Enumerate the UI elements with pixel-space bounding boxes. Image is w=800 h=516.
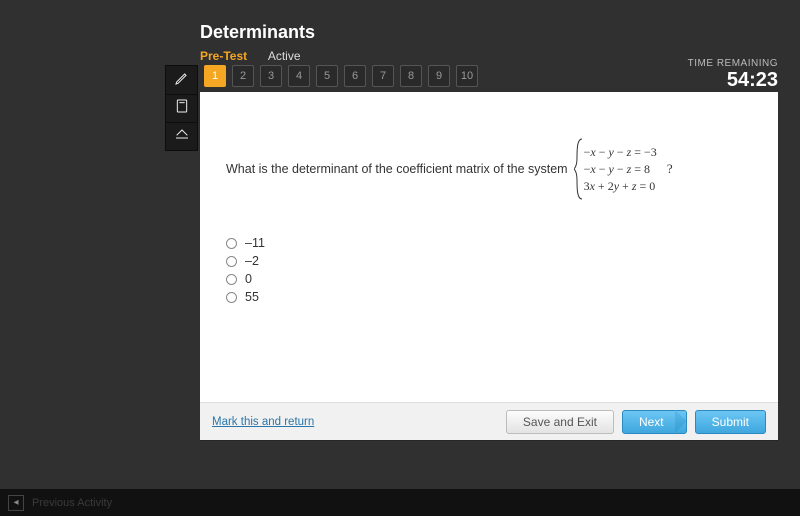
- pencil-icon: [174, 70, 190, 91]
- question-nav-2[interactable]: 2: [232, 65, 254, 87]
- tab-pretest[interactable]: Pre-Test: [200, 49, 247, 63]
- timer-value: 54:23: [688, 69, 778, 92]
- left-brace-icon: [574, 138, 584, 200]
- option-label: –11: [245, 236, 265, 250]
- question-panel: What is the determinant of the coefficie…: [200, 92, 778, 440]
- option-label: –2: [245, 254, 259, 268]
- previous-activity-label: Previous Activity: [32, 497, 112, 509]
- tab-active[interactable]: Active: [268, 49, 301, 63]
- question-nav-9[interactable]: 9: [428, 65, 450, 87]
- timer: TIME REMAINING 54:23: [688, 58, 778, 92]
- question-nav: 1 2 3 4 5 6 7 8 9 10: [204, 65, 478, 87]
- question-nav-4[interactable]: 4: [288, 65, 310, 87]
- mark-return-link[interactable]: Mark this and return: [212, 416, 314, 428]
- radio-icon: [226, 274, 237, 285]
- question-mark: ?: [661, 161, 673, 177]
- question-nav-3[interactable]: 3: [260, 65, 282, 87]
- option-label: 55: [245, 290, 259, 304]
- option-d[interactable]: 55: [226, 288, 752, 306]
- page-title: Determinants: [200, 22, 315, 43]
- next-button[interactable]: Next: [622, 410, 687, 434]
- option-a[interactable]: –11: [226, 234, 752, 252]
- timer-label: TIME REMAINING: [688, 58, 778, 69]
- option-c[interactable]: 0: [226, 270, 752, 288]
- answer-options: –11 –2 0 55: [226, 234, 752, 306]
- equation-1: −x − y − z = −3: [584, 145, 657, 160]
- radio-icon: [226, 256, 237, 267]
- pencil-tool[interactable]: [166, 66, 197, 94]
- question-nav-5[interactable]: 5: [316, 65, 338, 87]
- collapse-tool[interactable]: [166, 122, 197, 150]
- question-nav-10[interactable]: 10: [456, 65, 478, 87]
- option-b[interactable]: –2: [226, 252, 752, 270]
- question-nav-8[interactable]: 8: [400, 65, 422, 87]
- equation-3: 3x + 2y + z = 0: [584, 179, 657, 194]
- toolbox: [165, 65, 198, 151]
- chevron-left-icon: ◂: [13, 497, 18, 508]
- option-label: 0: [245, 272, 252, 286]
- save-exit-button[interactable]: Save and Exit: [506, 410, 614, 434]
- previous-activity-button[interactable]: ◂: [8, 495, 24, 511]
- submit-button[interactable]: Submit: [695, 410, 766, 434]
- radio-icon: [226, 292, 237, 303]
- calculator-tool[interactable]: [166, 94, 197, 122]
- equation-2: −x − y − z = 8: [584, 162, 657, 177]
- question-nav-1[interactable]: 1: [204, 65, 226, 87]
- question-nav-6[interactable]: 6: [344, 65, 366, 87]
- radio-icon: [226, 238, 237, 249]
- question-prompt: What is the determinant of the coefficie…: [226, 162, 568, 176]
- collapse-icon: [174, 126, 190, 147]
- previous-activity-bar: ◂ Previous Activity: [0, 489, 800, 516]
- question-nav-7[interactable]: 7: [372, 65, 394, 87]
- calculator-icon: [174, 98, 190, 119]
